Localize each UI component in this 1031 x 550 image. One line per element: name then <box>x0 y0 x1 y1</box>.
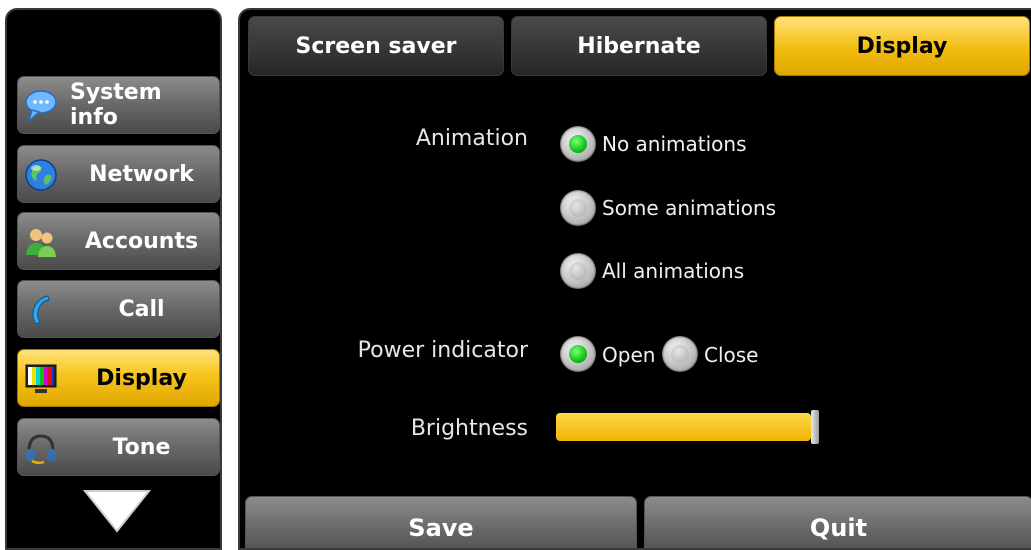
monitor-icon <box>25 364 57 393</box>
radio-dot <box>569 199 587 217</box>
sidebar-item-accounts[interactable]: Accounts <box>17 212 220 270</box>
option-label: No animations <box>602 132 747 156</box>
radio-dot <box>671 345 689 363</box>
tab-display[interactable]: Display <box>774 16 1030 76</box>
sidebar-item-tone[interactable]: Tone <box>17 418 220 476</box>
radio-some-animations[interactable] <box>560 190 596 226</box>
radio-no-animations[interactable] <box>560 126 596 162</box>
chat-bubble-icon <box>25 90 57 123</box>
radio-dot <box>569 345 587 363</box>
globe-icon <box>25 159 57 191</box>
scroll-down-triangle-icon[interactable] <box>82 488 152 534</box>
sidebar-item-label: Network <box>89 161 194 187</box>
radio-power-open[interactable] <box>560 336 596 372</box>
tab-hibernate[interactable]: Hibernate <box>511 16 767 76</box>
sidebar-item-label: Tone <box>112 434 171 460</box>
radio-dot <box>569 135 587 153</box>
radio-power-close[interactable] <box>662 336 698 372</box>
brightness-fill <box>556 413 811 441</box>
option-label: Some animations <box>602 196 777 220</box>
sidebar-item-display[interactable]: Display <box>17 349 220 407</box>
sidebar-item-system-info[interactable]: System info <box>17 76 220 134</box>
option-label: Open <box>602 343 656 367</box>
sidebar-item-label: Accounts <box>84 228 199 254</box>
phone-handset-icon <box>32 295 50 325</box>
sidebar-item-call[interactable]: Call <box>17 280 220 338</box>
settings-sidebar: System info Network Accounts Call Displa… <box>5 8 222 550</box>
sidebar-item-label: System info <box>70 80 162 130</box>
headset-icon <box>26 434 56 465</box>
sidebar-item-network[interactable]: Network <box>17 145 220 203</box>
tab-label: Display <box>856 33 948 59</box>
power-indicator-label: Power indicator <box>357 338 528 363</box>
tab-screen-saver[interactable]: Screen saver <box>248 16 504 76</box>
sidebar-item-label: Display <box>96 365 187 391</box>
tab-label: Screen saver <box>295 33 457 59</box>
brightness-thumb[interactable] <box>811 410 819 444</box>
option-label: All animations <box>602 259 745 283</box>
users-icon <box>26 229 56 257</box>
quit-button[interactable]: Quit <box>644 496 1031 548</box>
save-button-label: Save <box>408 514 474 542</box>
save-button[interactable]: Save <box>245 496 637 548</box>
option-label: Close <box>704 343 759 367</box>
sidebar-item-label: Call <box>118 296 165 322</box>
brightness-label: Brightness <box>410 416 528 441</box>
radio-dot <box>569 262 587 280</box>
brightness-slider[interactable] <box>556 410 819 444</box>
animation-label: Animation <box>415 126 528 151</box>
radio-all-animations[interactable] <box>560 253 596 289</box>
quit-button-label: Quit <box>809 514 868 542</box>
tab-label: Hibernate <box>577 33 701 59</box>
settings-content-panel: Screen saver Hibernate Display Animation… <box>238 8 1031 550</box>
